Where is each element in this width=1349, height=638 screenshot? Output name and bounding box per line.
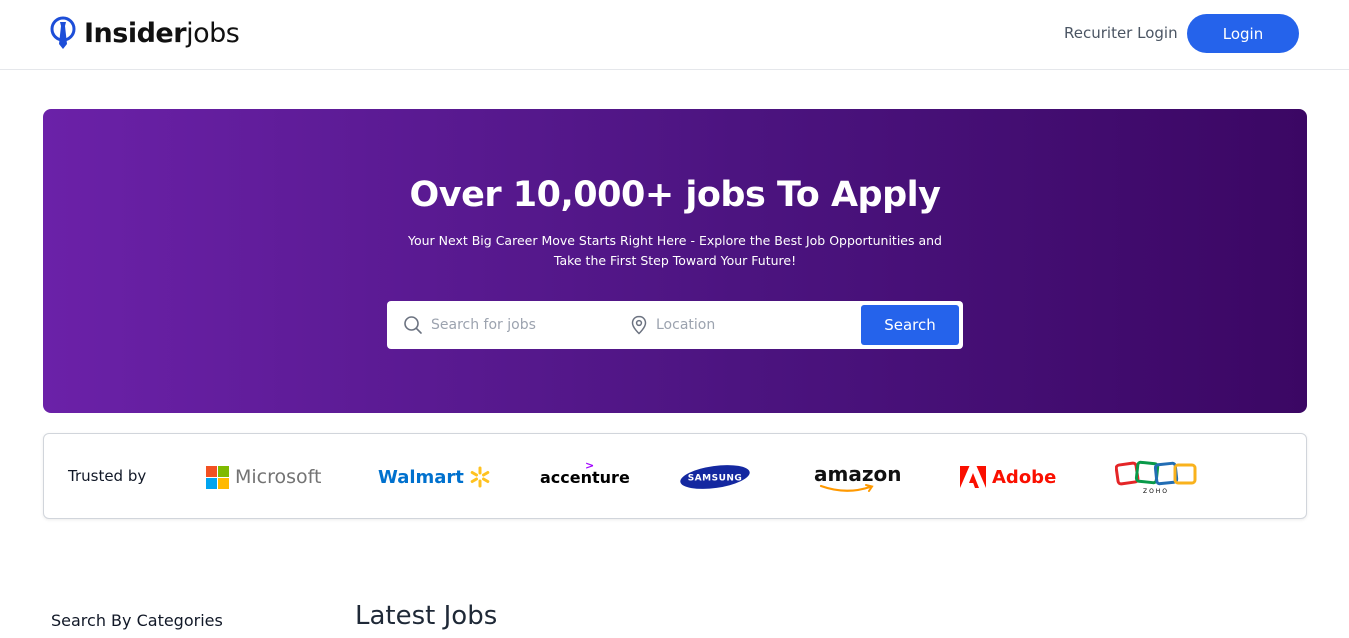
accenture-logo: > accenture xyxy=(540,434,630,520)
logo-icon xyxy=(50,16,76,49)
location-pin-icon xyxy=(631,315,647,335)
samsung-logo: SAMSUNG xyxy=(679,434,751,520)
trusted-by-bar: Trusted by Microsoft Walmart > accenture … xyxy=(43,433,1307,519)
hero-title: Over 10,000+ jobs To Apply xyxy=(409,175,941,215)
microsoft-squares-icon xyxy=(206,465,229,489)
hero-subtitle-line-1: Your Next Big Career Move Starts Right H… xyxy=(407,233,942,248)
job-search-field xyxy=(403,301,613,349)
search-icon xyxy=(404,316,422,334)
latest-jobs-title: Latest Jobs xyxy=(355,601,498,631)
trusted-by-label: Trusted by xyxy=(68,467,147,485)
logo-text-bold: Insider xyxy=(84,17,187,49)
location-input[interactable] xyxy=(656,317,826,333)
recruiter-login-link[interactable]: Recuriter Login xyxy=(1064,24,1178,42)
microsoft-name: Microsoft xyxy=(235,466,322,488)
walmart-logo: Walmart xyxy=(378,434,492,520)
hero-banner: Over 10,000+ jobs To Apply Your Next Big… xyxy=(43,109,1307,413)
accenture-name: > accenture xyxy=(540,459,630,487)
search-button[interactable]: Search xyxy=(861,305,959,345)
amazon-logo: amazon xyxy=(814,434,901,520)
adobe-logo: Adobe xyxy=(960,434,1056,520)
location-field xyxy=(630,301,850,349)
logo-text-light: jobs xyxy=(186,17,240,49)
search-bar: Search xyxy=(387,301,963,349)
walmart-name: Walmart xyxy=(378,466,464,488)
amazon-name: amazon xyxy=(814,462,902,486)
categories-title: Search By Categories xyxy=(51,611,223,630)
accenture-chevron-icon: > xyxy=(585,458,595,472)
login-button[interactable]: Login xyxy=(1187,14,1299,53)
zoho-name: ZOHO xyxy=(1143,488,1169,495)
site-logo[interactable]: Insiderjobs xyxy=(50,16,240,50)
microsoft-logo: Microsoft xyxy=(206,434,321,520)
samsung-name: SAMSUNG xyxy=(688,474,743,484)
zoho-rings-icon: ZOHO xyxy=(1115,460,1197,495)
logo-text: Insiderjobs xyxy=(84,17,240,49)
adobe-icon xyxy=(960,466,986,488)
job-search-input[interactable] xyxy=(431,317,601,333)
samsung-ellipse-icon: SAMSUNG xyxy=(680,465,750,489)
hero-subtitle: Your Next Big Career Move Starts Right H… xyxy=(393,231,957,271)
zoho-logo: ZOHO xyxy=(1115,434,1199,520)
amazon-smile-icon xyxy=(819,484,874,492)
adobe-name: Adobe xyxy=(992,466,1057,488)
walmart-spark-icon xyxy=(470,466,490,488)
amazon-wordmark: amazon xyxy=(814,462,901,492)
top-header: Insiderjobs Recuriter Login Login xyxy=(0,0,1349,70)
hero-subtitle-line-2: Take the First Step Toward Your Future! xyxy=(553,253,797,268)
